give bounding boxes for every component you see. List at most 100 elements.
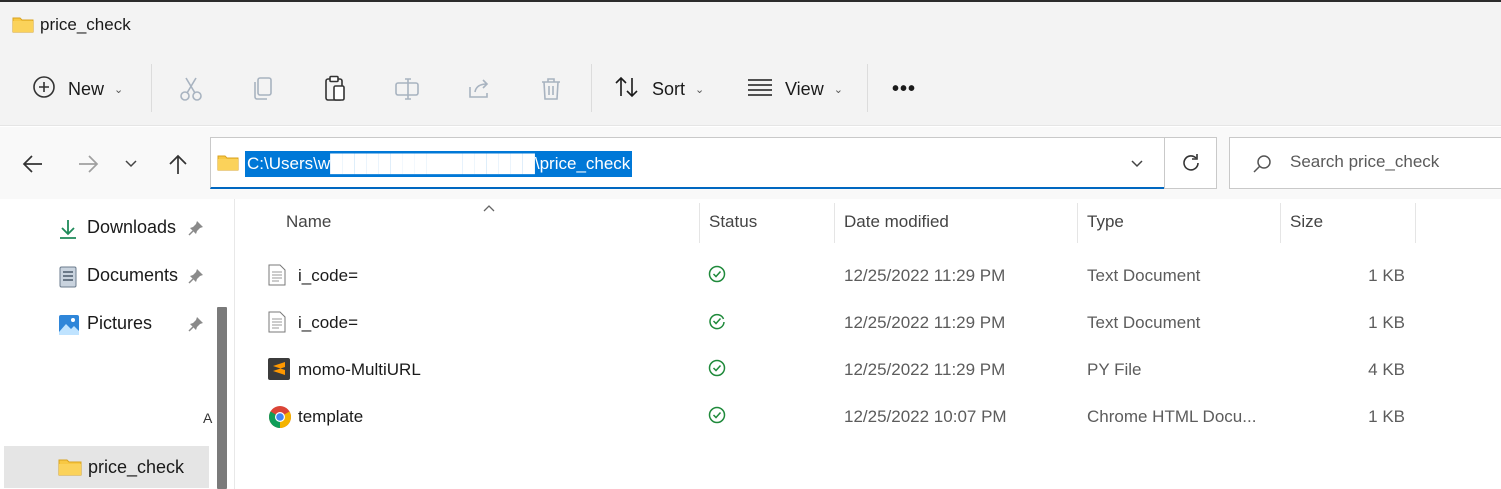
sidebar-item-price-check[interactable]: price_check [4, 446, 209, 488]
address-bar[interactable]: C:\Users\w█████████████████\price_check [210, 137, 1165, 189]
sync-status-icon [708, 359, 726, 382]
folder-icon [217, 154, 239, 177]
new-button[interactable]: New ⌄ [32, 72, 123, 106]
recent-locations-button[interactable] [116, 149, 146, 179]
column-divider[interactable] [699, 203, 700, 243]
more-options-button[interactable]: ••• [892, 72, 916, 106]
documents-icon [58, 266, 78, 293]
chevron-down-icon [125, 160, 137, 168]
sidebar-scrollbar[interactable] [217, 307, 227, 489]
copy-icon [254, 77, 272, 100]
column-divider[interactable] [1415, 203, 1416, 243]
arrow-up-icon [169, 154, 187, 174]
share-icon [469, 79, 489, 98]
sidebar-item-documents[interactable]: Documents [6, 256, 206, 296]
file-type: Text Document [1087, 313, 1201, 332]
address-path-selected[interactable]: C:\Users\w█████████████████\price_check [245, 151, 633, 177]
sidebar-item-label: Downloads [87, 217, 177, 237]
search-icon [1252, 154, 1272, 179]
navigation-pane: Downloads Documents Pictures A price_che… [0, 199, 236, 489]
file-size: 1 KB [1368, 407, 1405, 426]
plus-circle-icon [32, 75, 56, 104]
sort-ascending-icon [483, 199, 495, 217]
sidebar-item-pictures[interactable]: Pictures [6, 304, 206, 344]
file-size: 1 KB [1368, 266, 1405, 285]
up-button[interactable] [163, 149, 193, 179]
navigation-bar: C:\Users\w█████████████████\price_check [0, 127, 1501, 199]
new-button-label: New [68, 78, 105, 99]
toolbar-divider [867, 64, 868, 112]
back-button[interactable] [18, 149, 48, 179]
refresh-icon [1182, 154, 1199, 171]
chevron-down-icon[interactable] [1130, 156, 1144, 174]
file-name: template [298, 407, 364, 426]
forward-button[interactable] [73, 149, 103, 179]
file-date: 12/25/2022 11:29 PM [844, 313, 1006, 332]
pin-icon[interactable] [188, 220, 204, 241]
file-size: 1 KB [1368, 313, 1405, 332]
sync-status-icon [708, 406, 726, 429]
chevron-down-icon: ⌄ [833, 83, 843, 96]
column-header-status[interactable]: Status [709, 212, 757, 232]
column-divider[interactable] [834, 203, 835, 243]
share-button[interactable] [464, 74, 494, 104]
sort-icon [614, 75, 640, 104]
column-divider[interactable] [1077, 203, 1078, 243]
chrome-file-icon [268, 405, 292, 434]
arrow-left-icon [22, 155, 42, 173]
clipboard-icon [325, 75, 345, 101]
search-box[interactable] [1229, 137, 1501, 189]
file-name: i_code= [298, 313, 359, 332]
table-row[interactable]: template 12/25/2022 10:07 PM Chrome HTML… [236, 393, 1501, 439]
file-date: 12/25/2022 11:29 PM [844, 266, 1006, 285]
file-name: momo-MultiURL [298, 360, 421, 379]
sublime-file-icon [268, 358, 290, 385]
file-name: i_code= [298, 266, 359, 285]
view-list-icon [747, 77, 773, 102]
title-bar: price_check [0, 2, 1501, 50]
column-divider[interactable] [1280, 203, 1281, 243]
sync-pending-icon [708, 312, 726, 335]
column-header-size[interactable]: Size [1290, 212, 1323, 232]
trash-icon [542, 78, 560, 100]
rename-icon [395, 78, 419, 100]
view-button[interactable]: View ⌄ [747, 72, 843, 106]
sync-status-icon [708, 265, 726, 288]
table-row[interactable]: momo-MultiURL 12/25/2022 11:29 PM PY Fil… [236, 346, 1501, 392]
column-header-name[interactable]: Name [286, 212, 331, 232]
text-file-icon [268, 311, 286, 338]
copy-button[interactable] [248, 74, 278, 104]
view-button-label: View [785, 78, 824, 99]
pictures-icon [58, 314, 80, 341]
sidebar-item-label: Documents [87, 265, 179, 285]
file-type: PY File [1087, 360, 1142, 379]
pane-divider [234, 199, 235, 489]
refresh-button[interactable] [1164, 137, 1217, 189]
table-row[interactable]: i_code= 12/25/2022 11:29 PM Text Documen… [236, 299, 1501, 345]
file-type: Chrome HTML Docu... [1087, 407, 1257, 426]
chevron-down-icon: ⌄ [695, 83, 705, 96]
pin-icon[interactable] [188, 268, 204, 289]
download-icon [58, 218, 78, 245]
chevron-down-icon: ⌄ [114, 83, 124, 96]
folder-icon [58, 457, 82, 482]
search-input[interactable] [1290, 152, 1490, 172]
toolbar-divider [151, 64, 152, 112]
table-row[interactable]: i_code= 12/25/2022 11:29 PM Text Documen… [236, 252, 1501, 298]
pin-icon[interactable] [188, 316, 204, 337]
file-date: 12/25/2022 10:07 PM [844, 407, 1007, 426]
cut-button[interactable] [176, 74, 206, 104]
sidebar-item-label: Pictures [87, 313, 153, 333]
column-header-date[interactable]: Date modified [844, 212, 949, 232]
sidebar-item-label: price_check [88, 457, 185, 477]
delete-button[interactable] [536, 74, 566, 104]
file-date: 12/25/2022 11:29 PM [844, 360, 1006, 379]
column-header-type[interactable]: Type [1087, 212, 1124, 232]
file-type: Text Document [1087, 266, 1201, 285]
sort-button[interactable]: Sort ⌄ [614, 72, 704, 106]
truncated-label: A [203, 410, 213, 426]
command-bar: New ⌄ Sort ⌄ View ⌄ ••• [0, 50, 1501, 126]
paste-button[interactable] [320, 74, 350, 104]
sidebar-item-downloads[interactable]: Downloads [6, 208, 206, 248]
rename-button[interactable] [392, 74, 422, 104]
